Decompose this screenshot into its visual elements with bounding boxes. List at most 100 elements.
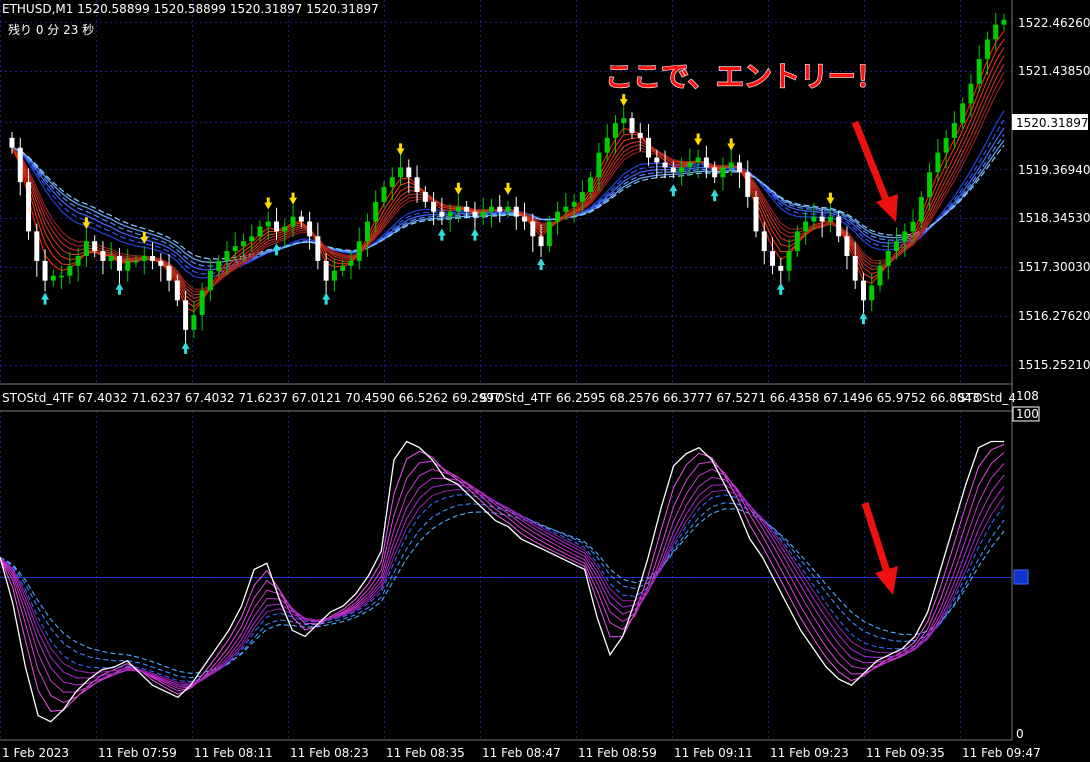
candle-bull bbox=[794, 231, 800, 252]
candle-bear bbox=[736, 162, 742, 173]
candle-bull bbox=[108, 256, 114, 261]
time-tick: 11 Feb 08:35 bbox=[386, 746, 465, 760]
sub-scale-100: 100 bbox=[1016, 407, 1039, 421]
time-tick: 11 Feb 09:23 bbox=[770, 746, 849, 760]
time-tick: 11 Feb 09:35 bbox=[866, 746, 945, 760]
candle-bear bbox=[513, 206, 519, 217]
indicator-label-3: STOStd_4 bbox=[958, 391, 1016, 405]
candle-bull bbox=[83, 241, 89, 256]
candle-bear bbox=[431, 201, 437, 212]
candle-bull bbox=[869, 285, 875, 301]
candle-bear bbox=[414, 177, 420, 192]
candle-bull bbox=[910, 221, 916, 232]
candle-bear bbox=[315, 236, 321, 261]
candle-bull bbox=[976, 59, 982, 84]
price-tick: 1522.46260 bbox=[1018, 16, 1090, 30]
candle-bull bbox=[216, 260, 222, 271]
countdown-timer: 残り 0 分 23 秒 bbox=[8, 23, 94, 37]
candle-bear bbox=[406, 167, 412, 178]
candle-bull bbox=[596, 152, 602, 178]
candle-bull bbox=[340, 265, 346, 271]
candle-bear bbox=[712, 167, 718, 178]
candle-bear bbox=[100, 251, 106, 261]
sub-scale-top: 108 bbox=[1016, 389, 1039, 403]
sub-scale-0: 0 bbox=[1016, 727, 1024, 741]
candle-bull bbox=[191, 315, 197, 330]
current-price-label: 1520.31897 bbox=[1016, 116, 1089, 130]
candle-bull bbox=[612, 123, 618, 138]
candle-bull bbox=[621, 118, 627, 124]
candle-bull bbox=[1001, 19, 1007, 25]
candle-bull bbox=[389, 177, 395, 188]
candle-bull bbox=[232, 246, 238, 252]
candle-bear bbox=[323, 260, 329, 281]
time-tick: 11 Feb 07:59 bbox=[98, 746, 177, 760]
candle-bull bbox=[918, 196, 924, 222]
candle-bear bbox=[654, 157, 660, 163]
candle-bear bbox=[637, 132, 643, 138]
candle-bear bbox=[158, 260, 164, 266]
candle-bull bbox=[398, 167, 404, 178]
candle-bull bbox=[571, 201, 577, 207]
candle-bull bbox=[679, 167, 685, 173]
time-tick: 1 Feb 2023 bbox=[2, 746, 69, 760]
candle-bull bbox=[951, 123, 957, 138]
candle-bull bbox=[505, 206, 511, 212]
candle-bull bbox=[588, 177, 594, 192]
candle-bull bbox=[604, 137, 610, 153]
candle-bull bbox=[803, 221, 809, 232]
candle-bull bbox=[257, 226, 263, 237]
candle-bull bbox=[447, 211, 453, 217]
candle-bear bbox=[761, 231, 767, 252]
candle-bull bbox=[811, 216, 817, 222]
candle-bear bbox=[745, 172, 751, 197]
chart-symbol-info: ETHUSD,M1 1520.58899 1520.58899 1520.318… bbox=[2, 2, 379, 16]
candle-bull bbox=[827, 216, 833, 222]
candle-bear bbox=[778, 265, 784, 271]
candle-bull bbox=[133, 260, 139, 263]
candle-bull bbox=[224, 251, 230, 261]
candle-bear bbox=[116, 256, 122, 271]
candle-bear bbox=[629, 118, 635, 133]
candle-bull bbox=[290, 216, 296, 227]
candle-bear bbox=[770, 251, 776, 266]
candle-bear bbox=[860, 280, 866, 301]
candle-bull bbox=[480, 211, 486, 217]
level-marker bbox=[1013, 569, 1029, 585]
time-tick: 11 Feb 08:59 bbox=[578, 746, 657, 760]
indicator-label-2: STOStd_4TF 66.2595 68.2576 66.3777 67.52… bbox=[480, 391, 980, 405]
time-tick: 11 Feb 09:47 bbox=[962, 746, 1041, 760]
candle-bull bbox=[240, 241, 246, 247]
candle-bear bbox=[9, 137, 15, 148]
price-tick: 1516.27620 bbox=[1018, 309, 1090, 323]
candle-bull bbox=[331, 270, 337, 281]
candle-bull bbox=[125, 260, 131, 271]
price-tick: 1517.30030 bbox=[1018, 260, 1090, 274]
candle-bear bbox=[17, 147, 23, 183]
candle-bear bbox=[92, 241, 98, 252]
candle-bull bbox=[199, 290, 205, 316]
trading-chart[interactable]: ETHUSD,M1 1520.58899 1520.58899 1520.318… bbox=[0, 0, 1090, 762]
candle-bull bbox=[786, 251, 792, 271]
candle-bull bbox=[373, 201, 379, 222]
candle-bull bbox=[546, 221, 552, 247]
candle-bull bbox=[282, 226, 288, 232]
time-tick: 11 Feb 09:11 bbox=[674, 746, 753, 760]
candle-bull bbox=[894, 241, 900, 252]
candle-bull bbox=[563, 206, 569, 212]
candle-bear bbox=[703, 157, 709, 168]
time-tick: 11 Feb 08:47 bbox=[482, 746, 561, 760]
candle-bear bbox=[422, 192, 428, 202]
candle-bull bbox=[50, 275, 56, 281]
candle-bear bbox=[844, 236, 850, 256]
candle-bear bbox=[530, 221, 536, 237]
time-axis: 1 Feb 2023 11 Feb 07:59 11 Feb 08:11 11 Feb… bbox=[2, 746, 1041, 760]
price-tick: 1515.25210 bbox=[1018, 358, 1090, 372]
candle-bull bbox=[265, 221, 271, 227]
candle-bear bbox=[34, 231, 40, 261]
candle-bull bbox=[207, 270, 213, 291]
candle-bear bbox=[538, 236, 544, 247]
candle-bull bbox=[59, 275, 65, 278]
candle-bear bbox=[670, 167, 676, 173]
candle-bull bbox=[968, 83, 974, 104]
